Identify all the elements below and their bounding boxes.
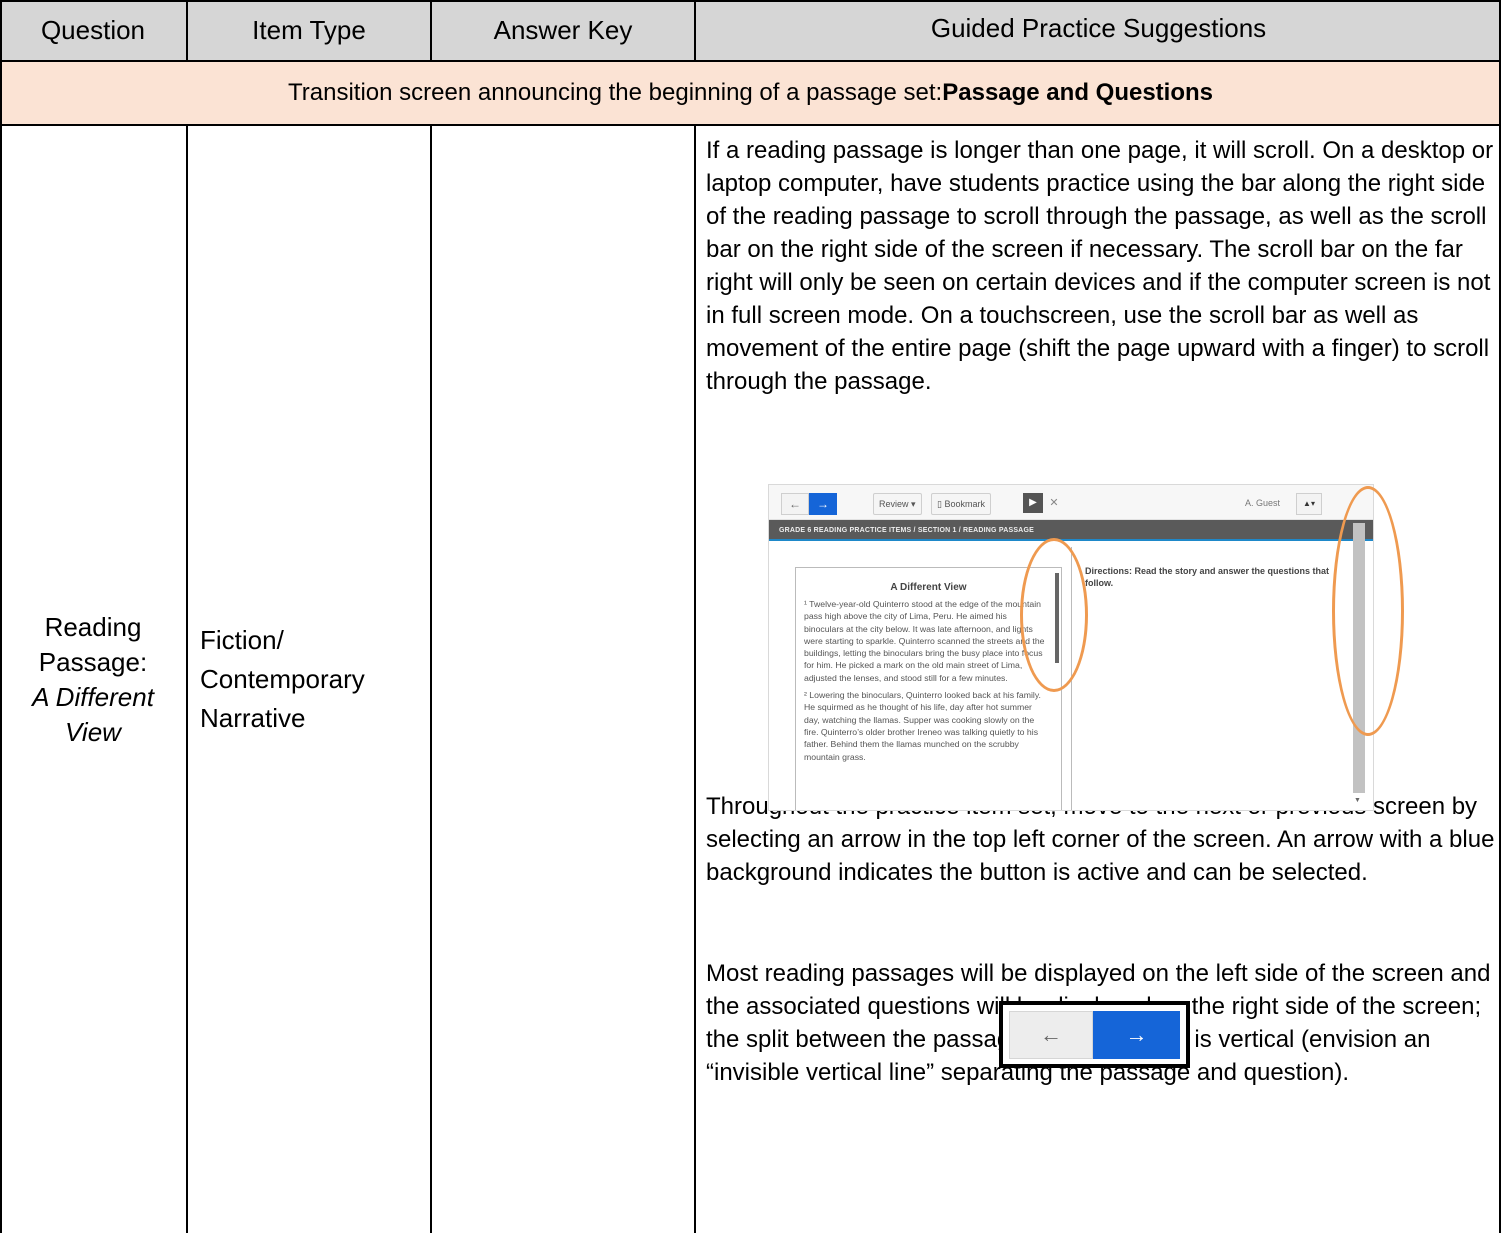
passage-paragraph: ² Lowering the binoculars, Quinterro loo… (804, 690, 1041, 762)
table-rule (0, 124, 1501, 126)
user-icon: ▲▾ (1296, 493, 1322, 515)
passage-title-line: View (65, 716, 121, 747)
column-rule (694, 124, 696, 1233)
transition-bold: Passage and Questions (942, 79, 1213, 106)
pointer-icon: ▶ (1023, 493, 1043, 513)
review-button: Review ▾ (873, 493, 922, 515)
bookmark-label: Bookmark (944, 499, 985, 509)
arrow-buttons-image: ← → (999, 1001, 1190, 1068)
answer-key-cell (432, 126, 694, 1233)
column-rule (186, 0, 188, 62)
guidance-paragraph: If a reading passage is longer than one … (706, 137, 1494, 395)
item-type-line: Fiction/ (200, 625, 284, 655)
header-answer-key: Answer Key (432, 0, 694, 60)
header-guided-practice: Guided Practice Suggestions (696, 0, 1501, 60)
question-line: Passage: (38, 646, 148, 677)
table-rule (0, 60, 1501, 62)
item-type-line: Contemporary (200, 664, 365, 694)
bookmark-button: ▯ Bookmark (931, 493, 991, 515)
transition-row: Transition screen announcing the beginni… (0, 62, 1501, 124)
table-border-top (0, 0, 1501, 2)
item-type-cell: Fiction/ Contemporary Narrative (200, 126, 428, 1233)
table-border-left (0, 0, 2, 1233)
close-icon: ✕ (1049, 497, 1059, 509)
next-arrow-icon: → (1093, 1011, 1180, 1059)
column-rule (186, 124, 188, 1233)
next-arrow-icon: → (809, 493, 837, 515)
test-toolbar (769, 485, 1373, 520)
column-rule (694, 0, 696, 62)
breadcrumb: GRADE 6 READING PRACTICE ITEMS / SECTION… (769, 520, 1373, 541)
practice-table: Question Item Type Answer Key Guided Pra… (0, 0, 1501, 1233)
question-line: Reading (44, 611, 142, 642)
scroll-down-icon: ▼ (1354, 797, 1361, 804)
header-item-type: Item Type (188, 0, 430, 60)
item-type-line: Narrative (200, 703, 306, 733)
column-rule (430, 124, 432, 1233)
back-arrow-icon: ← (1009, 1011, 1093, 1059)
user-name: A. Guest (1245, 498, 1281, 508)
directions-text: Directions: Read the story and answer th… (1085, 566, 1330, 588)
header-question: Question (0, 0, 186, 60)
back-arrow-icon: ← (781, 493, 809, 515)
passage-paragraph: ¹ Twelve-year-old Quinterro stood at the… (804, 599, 1045, 683)
passage-title-line: A Different (32, 681, 154, 712)
column-rule (430, 0, 432, 62)
highlight-ellipse-page-scroll (1332, 486, 1404, 736)
highlight-ellipse-passage-scroll (1020, 538, 1088, 692)
transition-text: Transition screen announcing the beginni… (288, 79, 943, 106)
question-cell: Reading Passage: A Different View (0, 126, 186, 1233)
